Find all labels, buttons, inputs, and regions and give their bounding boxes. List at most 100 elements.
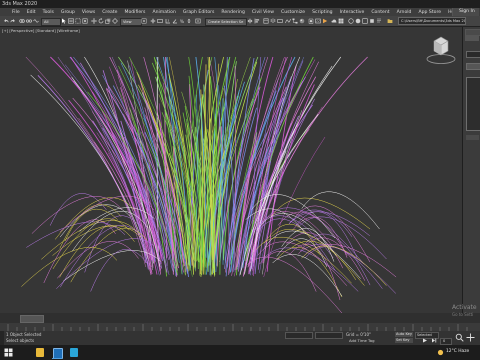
render-production-icon[interactable] (322, 18, 328, 24)
object-name-field[interactable] (466, 51, 480, 58)
menu-edit[interactable]: Edit (27, 10, 36, 15)
close-icon[interactable] (468, 0, 478, 8)
toggle-layer-explorer-icon[interactable] (270, 18, 276, 24)
auto-key-button[interactable]: Auto Key (395, 332, 413, 337)
status-bar: 1 Object Selected Select objects Grid = … (0, 331, 480, 345)
mirror-icon[interactable] (247, 18, 253, 24)
menu-group[interactable]: Group (61, 10, 75, 15)
menu-scripting[interactable]: Scripting (312, 10, 332, 15)
link-icon[interactable] (19, 18, 25, 24)
select-by-name-icon[interactable] (68, 18, 74, 24)
undo-icon[interactable] (3, 18, 9, 24)
select-manipulate-icon[interactable] (150, 18, 156, 24)
edit-named-selection-icon[interactable] (195, 18, 201, 24)
weather-icon[interactable] (436, 348, 445, 357)
grass-blade (272, 254, 343, 297)
rendered-frame-window-icon[interactable] (315, 18, 321, 24)
menu-content[interactable]: Content (371, 10, 389, 15)
time-slider[interactable] (0, 313, 480, 323)
select-and-rotate-icon[interactable] (98, 18, 104, 24)
menu-app-store[interactable]: App Store (418, 10, 441, 15)
menu-file[interactable]: File (12, 10, 20, 15)
modify-tab[interactable] (465, 36, 479, 41)
menu-tools[interactable]: Tools (43, 10, 54, 15)
set-key-label: Set Key (396, 338, 410, 342)
perspective-viewport[interactable] (0, 27, 462, 313)
grass-blade (261, 247, 359, 292)
unlink-icon[interactable] (26, 18, 32, 24)
menu-rendering[interactable]: Rendering (221, 10, 244, 15)
weather-text[interactable]: 12°C Haze (446, 349, 469, 354)
arnold-ipr-icon[interactable] (362, 18, 368, 24)
menu-civil-view[interactable]: Civil View (252, 10, 274, 15)
selection-filter-dropdown[interactable]: All (41, 18, 61, 26)
key-mode-value: Selected (417, 333, 432, 337)
windows-start-icon[interactable] (4, 348, 13, 357)
add-time-tag-button[interactable]: Add Time Tag (345, 338, 383, 344)
set-key-button[interactable]: Set Key (395, 338, 413, 343)
menu-create[interactable]: Create (102, 10, 117, 15)
percent-snap-icon[interactable]: % (179, 18, 185, 24)
create-tab[interactable] (465, 29, 480, 36)
modifier-stack-list[interactable] (466, 77, 480, 131)
arnold-render-icon[interactable] (355, 18, 361, 24)
menu-views[interactable]: Views (82, 10, 95, 15)
minimize-icon[interactable] (446, 0, 456, 8)
grass-blade (25, 56, 151, 274)
redo-icon[interactable] (10, 18, 16, 24)
keyboard-shortcut-override-icon[interactable] (157, 18, 163, 24)
menu-graph-editors[interactable]: Graph Editors (183, 10, 215, 15)
bind-spacewarp-icon[interactable] (33, 18, 39, 24)
select-and-scale-icon[interactable] (105, 18, 111, 24)
window-crossing-icon[interactable] (82, 18, 88, 24)
arnold-log-icon[interactable] (376, 18, 382, 24)
arnold-icon[interactable] (348, 18, 354, 24)
toggle-scene-explorer-icon[interactable] (263, 18, 269, 24)
track-bar[interactable] (0, 323, 480, 331)
file-explorer-icon[interactable] (36, 348, 44, 357)
material-editor-icon[interactable] (299, 18, 305, 24)
time-slider-thumb[interactable] (20, 315, 44, 323)
curve-editor-icon[interactable] (285, 18, 291, 24)
rectangular-region-icon[interactable] (75, 18, 81, 24)
pivot-center-icon[interactable] (141, 18, 147, 24)
stack-controls[interactable] (466, 135, 479, 140)
a360-gallery-icon[interactable] (338, 18, 344, 24)
coordinate-x-field[interactable] (285, 332, 313, 339)
add-time-tag-label: Add Time Tag (349, 338, 375, 343)
menu-customize[interactable]: Customize (281, 10, 305, 15)
select-and-place-icon[interactable] (112, 18, 118, 24)
command-panel (462, 27, 480, 313)
zoom-icon[interactable] (455, 333, 464, 342)
render-setup-icon[interactable] (308, 18, 314, 24)
select-object-icon[interactable] (61, 18, 67, 24)
select-and-move-icon[interactable] (91, 18, 97, 24)
viewcube-icon (426, 36, 456, 64)
next-frame-icon[interactable] (431, 338, 437, 343)
app-taskbar-icon[interactable] (70, 348, 78, 357)
render-in-cloud-icon[interactable] (331, 18, 337, 24)
menu-interactive[interactable]: Interactive (340, 10, 365, 15)
menu-modifiers[interactable]: Modifiers (124, 10, 145, 15)
toggle-ribbon-icon[interactable] (277, 18, 283, 24)
reference-coordinate-dropdown[interactable]: View (120, 18, 142, 26)
named-selection-set-dropdown[interactable]: Create Selection Se (205, 18, 247, 26)
spinner-snap-icon[interactable] (186, 18, 192, 24)
schematic-view-icon[interactable] (292, 18, 298, 24)
angle-snap-icon[interactable] (172, 18, 178, 24)
pan-icon[interactable] (466, 333, 475, 342)
project-folder-icon[interactable] (387, 18, 393, 24)
menu-arnold[interactable]: Arnold (397, 10, 412, 15)
coordinate-y-field[interactable] (315, 332, 343, 339)
maxscript-listener[interactable] (0, 331, 4, 345)
play-icon[interactable] (422, 338, 428, 343)
modifier-list-dropdown[interactable] (466, 63, 480, 70)
current-frame-field[interactable]: 0 (440, 338, 452, 345)
snaps-toggle-icon[interactable]: 3 (165, 18, 171, 24)
sign-in-button[interactable]: Sign In (452, 8, 479, 16)
menu-animation[interactable]: Animation (152, 10, 175, 15)
align-icon[interactable] (254, 18, 260, 24)
arnold-stop-icon[interactable] (369, 18, 375, 24)
viewport-label[interactable]: [+] [Perspective] [Standard] [Wireframe] (2, 28, 80, 33)
project-path-field[interactable]: C:\Users\BH\Documents\3ds Max 2020 (398, 17, 466, 25)
